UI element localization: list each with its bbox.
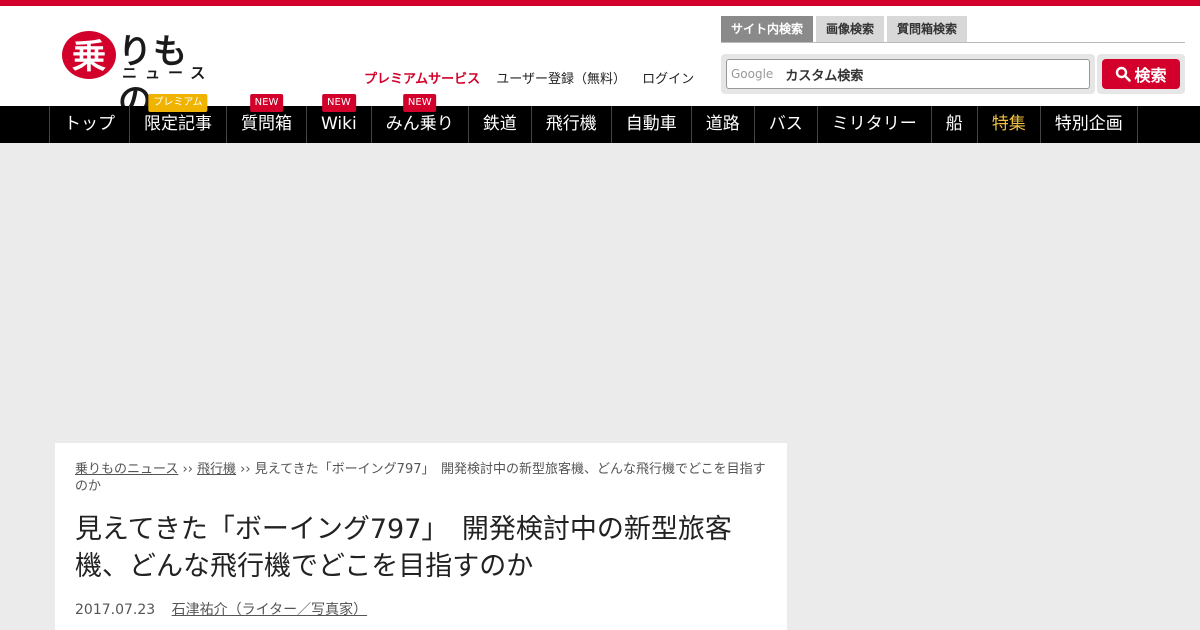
register-link[interactable]: ユーザー登録（無料） [496,72,626,87]
new-badge: NEW [402,94,437,112]
login-link[interactable]: ログイン [642,72,694,87]
nav-item-label: Wiki [321,114,357,134]
search-button[interactable]: 検索 [1102,59,1180,89]
nav-item[interactable]: トップ [50,106,130,143]
nav-item[interactable]: 船 [932,106,978,143]
search-icon [1116,66,1132,82]
nav-item[interactable]: 特集 [978,106,1041,143]
search-button-label: 検索 [1134,66,1167,85]
logo-subtext: ニュース [122,64,214,82]
site-logo[interactable]: 乗 りもの ニュース [60,24,220,121]
nav-item-label: 特集 [991,114,1026,134]
nav-item-label: ミリタリー [831,114,917,134]
search-input[interactable]: Google カスタム検索 [726,59,1090,89]
nav-item-label: 鉄道 [482,114,517,134]
article-author[interactable]: 石津祐介（ライター／写真家） [172,602,367,618]
nav-item[interactable]: 限定記事 プレミアム [130,94,227,143]
breadcrumb-separator: ›› [236,462,255,477]
premium-service-link[interactable]: プレミアムサービス [364,72,480,87]
nav-item-label: 船 [945,114,963,134]
search-button-wrap: 検索 [1097,54,1185,94]
main-nav: トップ 限定記事 プレミアム 質問箱 NEW Wiki NEW みん乗り NEW 鉄道 飛行機 自動車… [0,94,1200,143]
nav-item[interactable]: 鉄道 [469,106,532,143]
article-title: 見えてきた「ボーイング797」 開発検討中の新型旅客機、どんな飛行機でどこを目指… [75,514,732,582]
search-placeholder: カスタム検索 [785,68,864,84]
account-links: プレミアムサービス ユーザー登録（無料） ログイン [364,68,706,87]
breadcrumb: 乗りものニュース ›› 飛行機 ›› 見えてきた「ボーイング797」 開発検討中… [75,461,767,495]
nav-item-label: 質問箱 [241,114,292,134]
tab-image-search[interactable]: 画像検索 [816,16,885,42]
search-tabs: サイト内検索 画像検索 質問箱検索 [721,16,970,42]
new-badge: NEW [249,94,284,112]
nav-item-label: バス [768,114,803,134]
nav-item[interactable]: バス [755,106,818,143]
breadcrumb-category[interactable]: 飛行機 [197,462,236,477]
search-tabs-divider [721,42,1185,43]
svg-text:乗: 乗 [72,37,106,77]
nav-item-label: みん乗り [385,114,454,134]
ad-area [0,143,1200,443]
nav-item[interactable]: 自動車 [612,106,692,143]
tab-question-search[interactable]: 質問箱検索 [887,16,968,42]
article-date: 2017.07.23 [75,602,156,618]
nav-item[interactable]: ミリタリー [818,106,932,143]
new-badge: NEW [322,94,356,112]
logo-mark-icon: 乗 [62,31,116,79]
nav-item[interactable]: 道路 [692,106,755,143]
nav-item[interactable]: 特別企画 [1041,106,1138,143]
main-nav-items: トップ 限定記事 プレミアム 質問箱 NEW Wiki NEW みん乗り NEW 鉄道 飛行機 自動車… [49,94,1138,143]
google-mark: Google [731,67,774,81]
nav-item-label: 飛行機 [545,114,597,134]
nav-item-label: 自動車 [625,114,677,134]
breadcrumb-separator: ›› [178,462,198,477]
search-box: Google カスタム検索 [721,54,1095,94]
nav-item-label: 特別企画 [1054,114,1123,134]
tab-site-search[interactable]: サイト内検索 [721,16,814,42]
breadcrumb-home[interactable]: 乗りものニュース [75,462,178,477]
article-meta: 2017.07.23 石津祐介（ライター／写真家） [75,599,767,619]
nav-item[interactable]: 飛行機 [532,106,612,143]
nav-item-label: 限定記事 [144,114,212,134]
premium-badge: プレミアム [148,94,208,112]
nav-item[interactable]: みん乗り NEW [372,94,469,143]
article-card: 乗りものニュース ›› 飛行機 ›› 見えてきた「ボーイング797」 開発検討中… [55,443,787,630]
nav-item[interactable]: 質問箱 NEW [227,94,307,143]
nav-item-label: 道路 [705,114,740,134]
nav-item-label: トップ [64,114,115,134]
nav-item[interactable]: Wiki NEW [307,94,372,143]
site-header: 乗 りもの ニュース プレミアムサービス ユーザー登録（無料） ログイン サイト… [0,6,1200,121]
